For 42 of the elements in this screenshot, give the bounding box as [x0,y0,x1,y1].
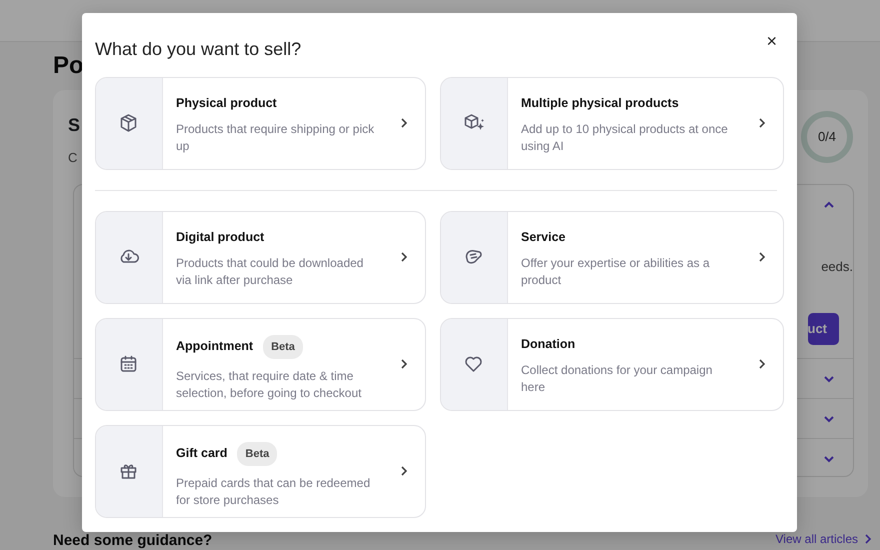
option-title: Appointment [176,338,254,356]
option-card[interactable]: Multiple physical products Add up to 10 physical products at once using AI [440,76,784,170]
option-card[interactable]: Physical product Products that require shipping or pick up [95,76,426,170]
progress-count: 0/4 [816,128,838,146]
option-description: Prepaid cards that can be redeemed for store purchases [176,475,372,510]
add-product-button[interactable]: uct [808,313,839,344]
section-text: eeds. [821,258,853,276]
option-title: Physical product [176,94,277,112]
option-description: Products that require shipping or pick up [176,121,376,156]
option-card[interactable]: Service Offer your expertise or abilities as a product [440,210,784,304]
option-title: Gift card [176,445,228,462]
chevron-right-icon [400,117,408,130]
option-description: Services, that require date & time selection, before going to checkout [176,368,362,402]
option-card[interactable]: Donation Collect donations for your campaign here [440,318,784,411]
chevron-right-icon [400,465,408,478]
option-description: Offer your expertise or abilities as a product [521,255,711,290]
option-title: Digital product [176,228,264,246]
chevron-right-icon [864,534,872,544]
chevron-right-icon [758,358,766,370]
card-subtitle: C [68,149,78,167]
beta-tag: Beta [263,334,303,360]
page-heading: Po [52,54,85,78]
beta-tag: Beta [237,442,278,466]
card-title: S [68,116,80,134]
option-description: Add up to 10 physical products at once using AI [521,121,729,156]
articles-link[interactable]: View all articles [776,530,872,548]
close-button[interactable]: × [762,30,781,52]
progress-ring [800,110,854,164]
option-card[interactable]: Gift card Beta Prepaid cards that can be redeemed for store purchases [95,424,426,518]
option-card[interactable]: Appointment Beta Services, that require date & time selection, before going to checkout [95,318,426,411]
option-description: Products that could be downloaded via link after purchase [176,255,364,290]
chevron-right-icon [758,117,766,130]
chevron-right-icon [400,358,408,370]
guidance-heading: Need some guidance? [53,533,212,548]
chevron-right-icon [758,251,766,264]
option-description: Collect donations for your campaign here [521,362,714,396]
option-title: Donation [521,336,576,353]
option-card[interactable]: Digital product Products that could be downloaded via link after purchase [95,210,426,304]
modal-title: What do you want to sell? [95,39,302,61]
option-title: Service [521,228,566,246]
chevron-right-icon [400,251,408,264]
option-title: Multiple physical products [521,94,679,112]
